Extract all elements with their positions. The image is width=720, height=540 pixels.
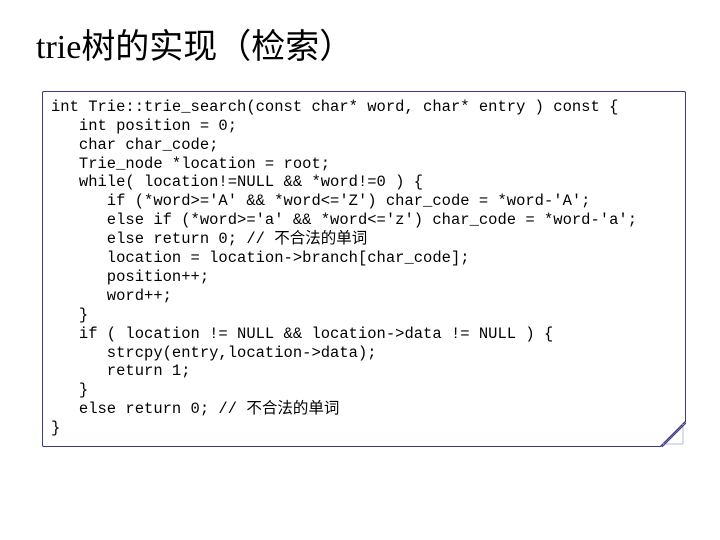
code-line: strcpy(entry,location->data); [51,344,377,362]
code-block: int Trie::trie_search(const char* word, … [51,98,677,438]
code-line: } [51,306,88,324]
code-line: int position = 0; [51,117,237,135]
code-line: } [51,419,60,437]
page-title: trie树的实现（检索） [36,28,690,69]
title-latin: trie [36,29,81,66]
title-cjk: 树的实现（检索） [81,29,353,66]
code-line: location = location->branch[char_code]; [51,249,470,267]
code-line: else return 0; // 不合法的单词 [51,400,339,418]
code-line: return 1; [51,362,191,380]
code-line: word++; [51,287,172,305]
code-line: else return 0; // 不合法的单词 [51,230,367,248]
code-line: Trie_node *location = root; [51,155,330,173]
code-line: int Trie::trie_search(const char* word, … [51,98,618,116]
slide: trie树的实现（检索） int Trie::trie_search(const… [0,0,720,540]
code-line: char char_code; [51,136,218,154]
code-line: } [51,381,88,399]
code-line: if (*word>='A' && *word<='Z') char_code … [51,192,591,210]
code-line: position++; [51,268,209,286]
code-line: while( location!=NULL && *word!=0 ) { [51,173,423,191]
code-line: else if (*word>='a' && *word<='z') char_… [51,211,637,229]
code-box: int Trie::trie_search(const char* word, … [42,91,686,447]
code-line: if ( location != NULL && location->data … [51,325,553,343]
